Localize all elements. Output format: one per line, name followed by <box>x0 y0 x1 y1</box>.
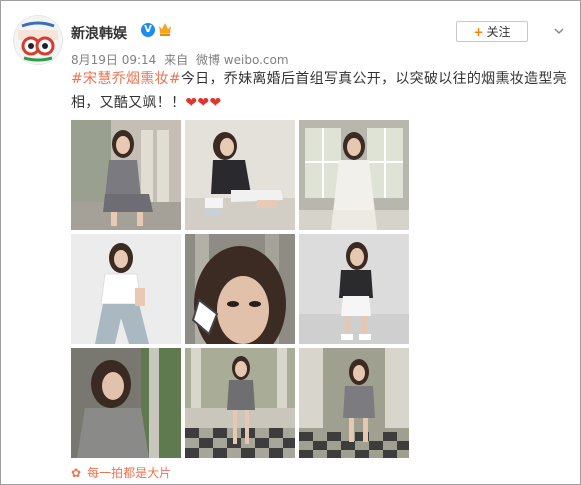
hashtag-link[interactable]: #宋慧乔烟熏妆# <box>71 71 181 87</box>
photo-2[interactable] <box>185 120 295 230</box>
source-prefix: 来自 <box>164 53 189 67</box>
photo-6[interactable] <box>299 234 409 344</box>
photo-3[interactable] <box>299 120 409 230</box>
footer-label: 每一拍都是大片 <box>87 466 172 480</box>
post-meta: 8月19日 09:14 来自 微博 weibo.com <box>71 51 293 68</box>
photo-5[interactable] <box>185 234 295 344</box>
follow-label: 关注 <box>486 25 511 39</box>
photo-9[interactable] <box>299 348 409 458</box>
plus-icon: + <box>473 25 484 39</box>
verified-icon: V <box>141 23 155 37</box>
avatar-logo <box>14 16 62 64</box>
follow-button[interactable]: + 关注 <box>456 21 528 42</box>
photo-7[interactable] <box>71 348 181 458</box>
source-link[interactable]: 微博 weibo.com <box>196 53 289 67</box>
post-text: #宋慧乔烟熏妆#今日，乔妹离婚后首组写真公开，以突破以往的烟熏妆造型亮相，又酷又… <box>71 67 571 115</box>
vip-crown-icon[interactable] <box>158 21 172 37</box>
username[interactable]: 新浪韩娱 <box>71 23 127 43</box>
photo-8[interactable] <box>185 348 295 458</box>
flower-icon: ✿ <box>71 466 82 480</box>
avatar[interactable] <box>13 15 63 65</box>
footer-link[interactable]: ✿ 每一拍都是大片 <box>71 464 171 481</box>
chevron-down-icon[interactable] <box>553 25 565 37</box>
weibo-post-card: 新浪韩娱 V 8月19日 09:14 来自 微博 weibo.com + 关注 #… <box>0 0 581 485</box>
heart-emoji: ❤❤❤ <box>185 95 222 111</box>
photo-4[interactable] <box>71 234 181 344</box>
photo-1[interactable] <box>71 120 181 230</box>
timestamp[interactable]: 8月19日 09:14 <box>71 53 156 67</box>
